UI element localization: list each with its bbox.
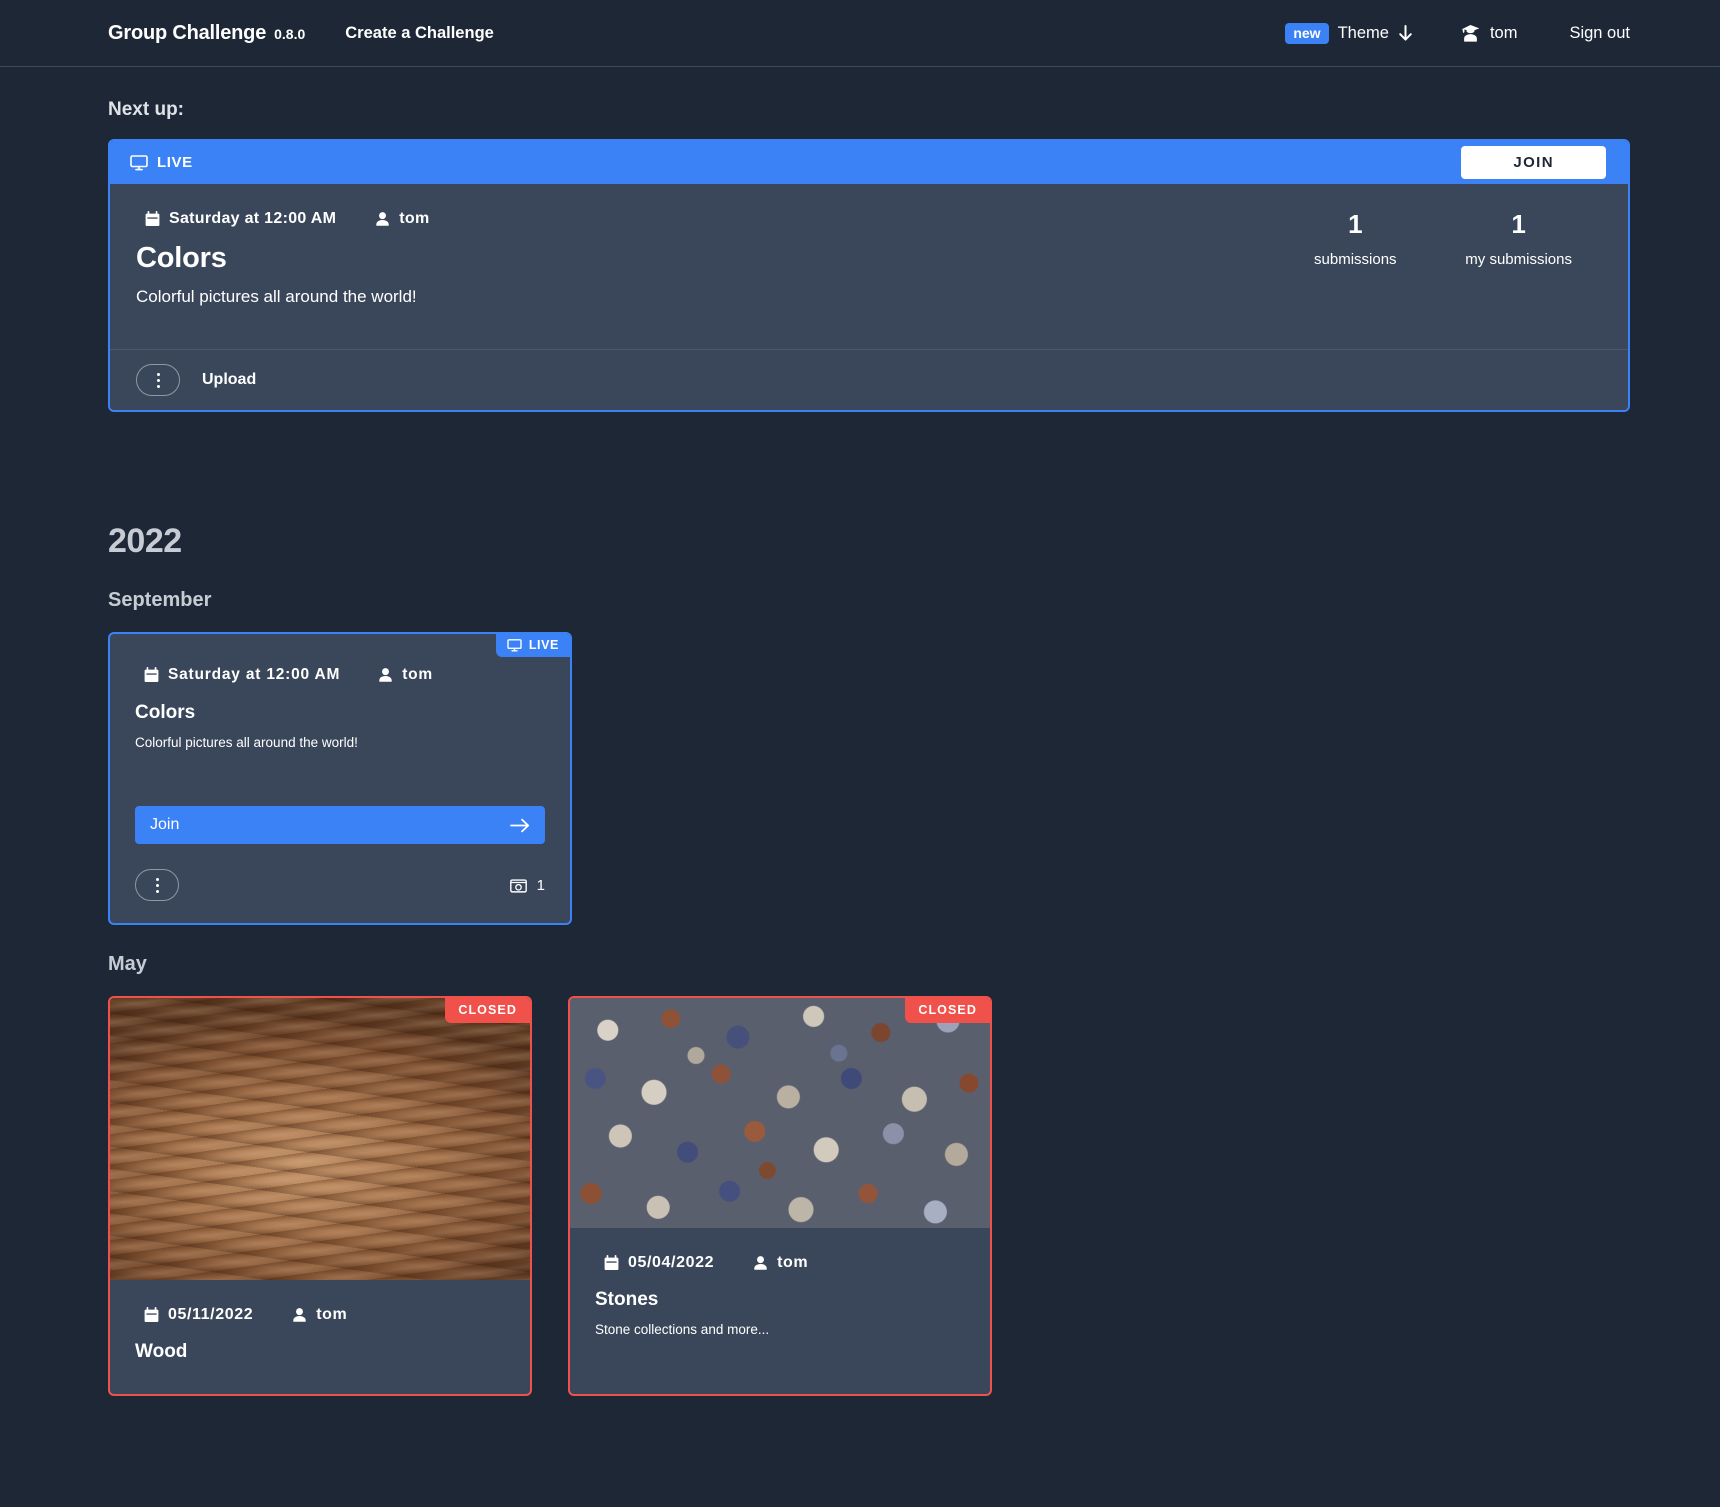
challenge-thumbnail-stones: CLOSED <box>570 998 990 1228</box>
kebab-menu-icon[interactable] <box>136 364 180 396</box>
challenge-card-author-label: tom <box>316 1306 348 1323</box>
challenge-card-date-label: Saturday at 12:00 AM <box>168 666 341 683</box>
desktop-icon <box>130 154 148 171</box>
month-heading-may: May <box>108 953 147 975</box>
user-icon <box>292 1307 307 1323</box>
next-up-date: Saturday at 12:00 AM <box>136 210 336 228</box>
stat-submissions-label: submissions <box>1314 250 1397 268</box>
join-button[interactable]: JOIN <box>1461 146 1606 179</box>
calendar-icon <box>144 667 159 683</box>
user-icon <box>753 1255 768 1271</box>
challenge-card-author: tom <box>744 1254 808 1272</box>
challenge-card-author-label: tom <box>777 1254 809 1271</box>
nav-create-a-challenge[interactable]: Create a Challenge <box>345 24 494 43</box>
challenge-card-title: Colors <box>135 702 196 723</box>
page-content: Next up: LIVE JOIN Saturday at 12:00 AM … <box>0 99 1720 1396</box>
theme-label: Theme <box>1337 23 1389 42</box>
challenge-card-footer: 1 <box>110 869 570 923</box>
next-up-card-footer: Upload <box>110 349 1628 410</box>
brand-version: 0.8.0 <box>274 25 306 42</box>
closed-status-badge: CLOSED <box>905 998 990 1023</box>
challenge-card-date-label: 05/11/2022 <box>168 1306 254 1323</box>
next-up-card[interactable]: LIVE JOIN Saturday at 12:00 AM tom Color… <box>108 139 1630 412</box>
year-heading: 2022 <box>108 522 182 560</box>
challenge-card-meta: Saturday at 12:00 AM tom <box>135 666 545 684</box>
user-menu[interactable]: tom <box>1461 23 1518 43</box>
challenge-card-stones[interactable]: CLOSED 05/04/2022 tom Stones Stone colle… <box>568 996 992 1396</box>
username-label: tom <box>1489 23 1518 42</box>
arrow-right-icon <box>510 818 530 833</box>
card-spacer <box>110 750 570 806</box>
live-status-badge: LIVE <box>130 154 193 171</box>
challenge-card-date: 05/11/2022 <box>135 1306 253 1324</box>
live-status-badge: LIVE <box>495 634 570 657</box>
next-up-meta: Saturday at 12:00 AM tom <box>136 210 1303 228</box>
join-button-label: Join <box>150 816 180 833</box>
challenge-card-date-label: 05/04/2022 <box>628 1254 715 1271</box>
camera-icon <box>509 878 527 893</box>
stat-submissions-value: 1 <box>1348 209 1363 239</box>
challenge-card-wood[interactable]: CLOSED 05/11/2022 tom Wood <box>108 996 532 1396</box>
next-up-stats: 1 submissions 1 my submissions <box>1303 210 1602 319</box>
navbar-right-group: new Theme tom Sign out <box>1285 22 1630 44</box>
stat-submissions: 1 submissions <box>1303 210 1407 268</box>
challenge-card-author: tom <box>283 1306 347 1324</box>
challenge-card-description: Colorful pictures all around the world! <box>135 735 358 750</box>
challenge-card-description: Stone collections and more... <box>595 1322 770 1337</box>
next-up-title: Colors <box>136 242 227 274</box>
next-up-details: Saturday at 12:00 AM tom Colors Colorful… <box>136 210 1303 319</box>
kebab-dots <box>155 877 159 893</box>
calendar-icon <box>145 211 160 227</box>
challenge-card-meta: 05/04/2022 tom <box>595 1254 965 1272</box>
challenge-card-meta: 05/11/2022 tom <box>135 1306 505 1324</box>
next-up-card-header: LIVE JOIN <box>110 141 1628 184</box>
stat-my-submissions-value: 1 <box>1511 209 1526 239</box>
month-heading-september: September <box>108 589 212 611</box>
stat-my-submissions-label: my submissions <box>1465 250 1572 268</box>
submission-count: 1 <box>509 876 545 894</box>
next-up-card-body: Saturday at 12:00 AM tom Colors Colorful… <box>110 184 1628 349</box>
challenge-card-date: 05/04/2022 <box>595 1254 714 1272</box>
challenge-card-author: tom <box>369 666 433 684</box>
join-button[interactable]: Join <box>135 806 545 844</box>
challenge-card-body: 05/11/2022 tom Wood <box>110 1280 530 1394</box>
submission-count-value: 1 <box>536 876 545 894</box>
new-badge: new <box>1285 22 1329 44</box>
arrow-down-icon <box>1398 24 1413 42</box>
next-up-date-label: Saturday at 12:00 AM <box>169 210 337 227</box>
stat-my-submissions: 1 my submissions <box>1465 210 1572 268</box>
calendar-icon <box>604 1255 619 1271</box>
kebab-dots <box>156 372 160 388</box>
upload-button[interactable]: Upload <box>202 371 256 389</box>
challenge-card-colors[interactable]: LIVE Saturday at 12:00 AM tom Colors Col… <box>108 632 572 925</box>
challenge-thumbnail-wood: CLOSED <box>110 998 530 1280</box>
desktop-icon <box>507 638 522 652</box>
challenge-card-author-label: tom <box>402 666 434 683</box>
next-up-label: Next up: <box>108 99 184 120</box>
theme-menu[interactable]: Theme <box>1338 24 1413 43</box>
brand-logo[interactable]: Group Challenge 0.8.0 <box>108 22 305 45</box>
sign-out-link[interactable]: Sign out <box>1569 24 1630 43</box>
next-up-author: tom <box>366 210 429 228</box>
user-icon <box>378 667 393 683</box>
brand-name: Group Challenge <box>108 21 267 44</box>
live-status-label: LIVE <box>528 638 559 652</box>
user-icon <box>375 211 390 227</box>
challenge-card-body: 05/04/2022 tom Stones Stone collections … <box>570 1228 990 1357</box>
challenge-card-title: Stones <box>595 1289 659 1310</box>
user-graduate-icon <box>1461 24 1480 43</box>
challenge-card-date: Saturday at 12:00 AM <box>135 666 340 684</box>
top-navbar: Group Challenge 0.8.0 Create a Challenge… <box>0 0 1720 67</box>
next-up-description: Colorful pictures all around the world! <box>136 287 417 306</box>
month-card-grid-september: LIVE Saturday at 12:00 AM tom Colors Col… <box>108 632 1630 925</box>
calendar-icon <box>144 1307 159 1323</box>
challenge-card-title: Wood <box>135 1341 188 1362</box>
kebab-menu-icon[interactable] <box>135 869 179 901</box>
closed-status-badge: CLOSED <box>445 998 530 1023</box>
next-up-author-label: tom <box>399 210 430 227</box>
month-card-grid-may: CLOSED 05/11/2022 tom Wood CLOSED 05/04/… <box>108 996 1630 1396</box>
live-status-label: LIVE <box>157 154 193 171</box>
